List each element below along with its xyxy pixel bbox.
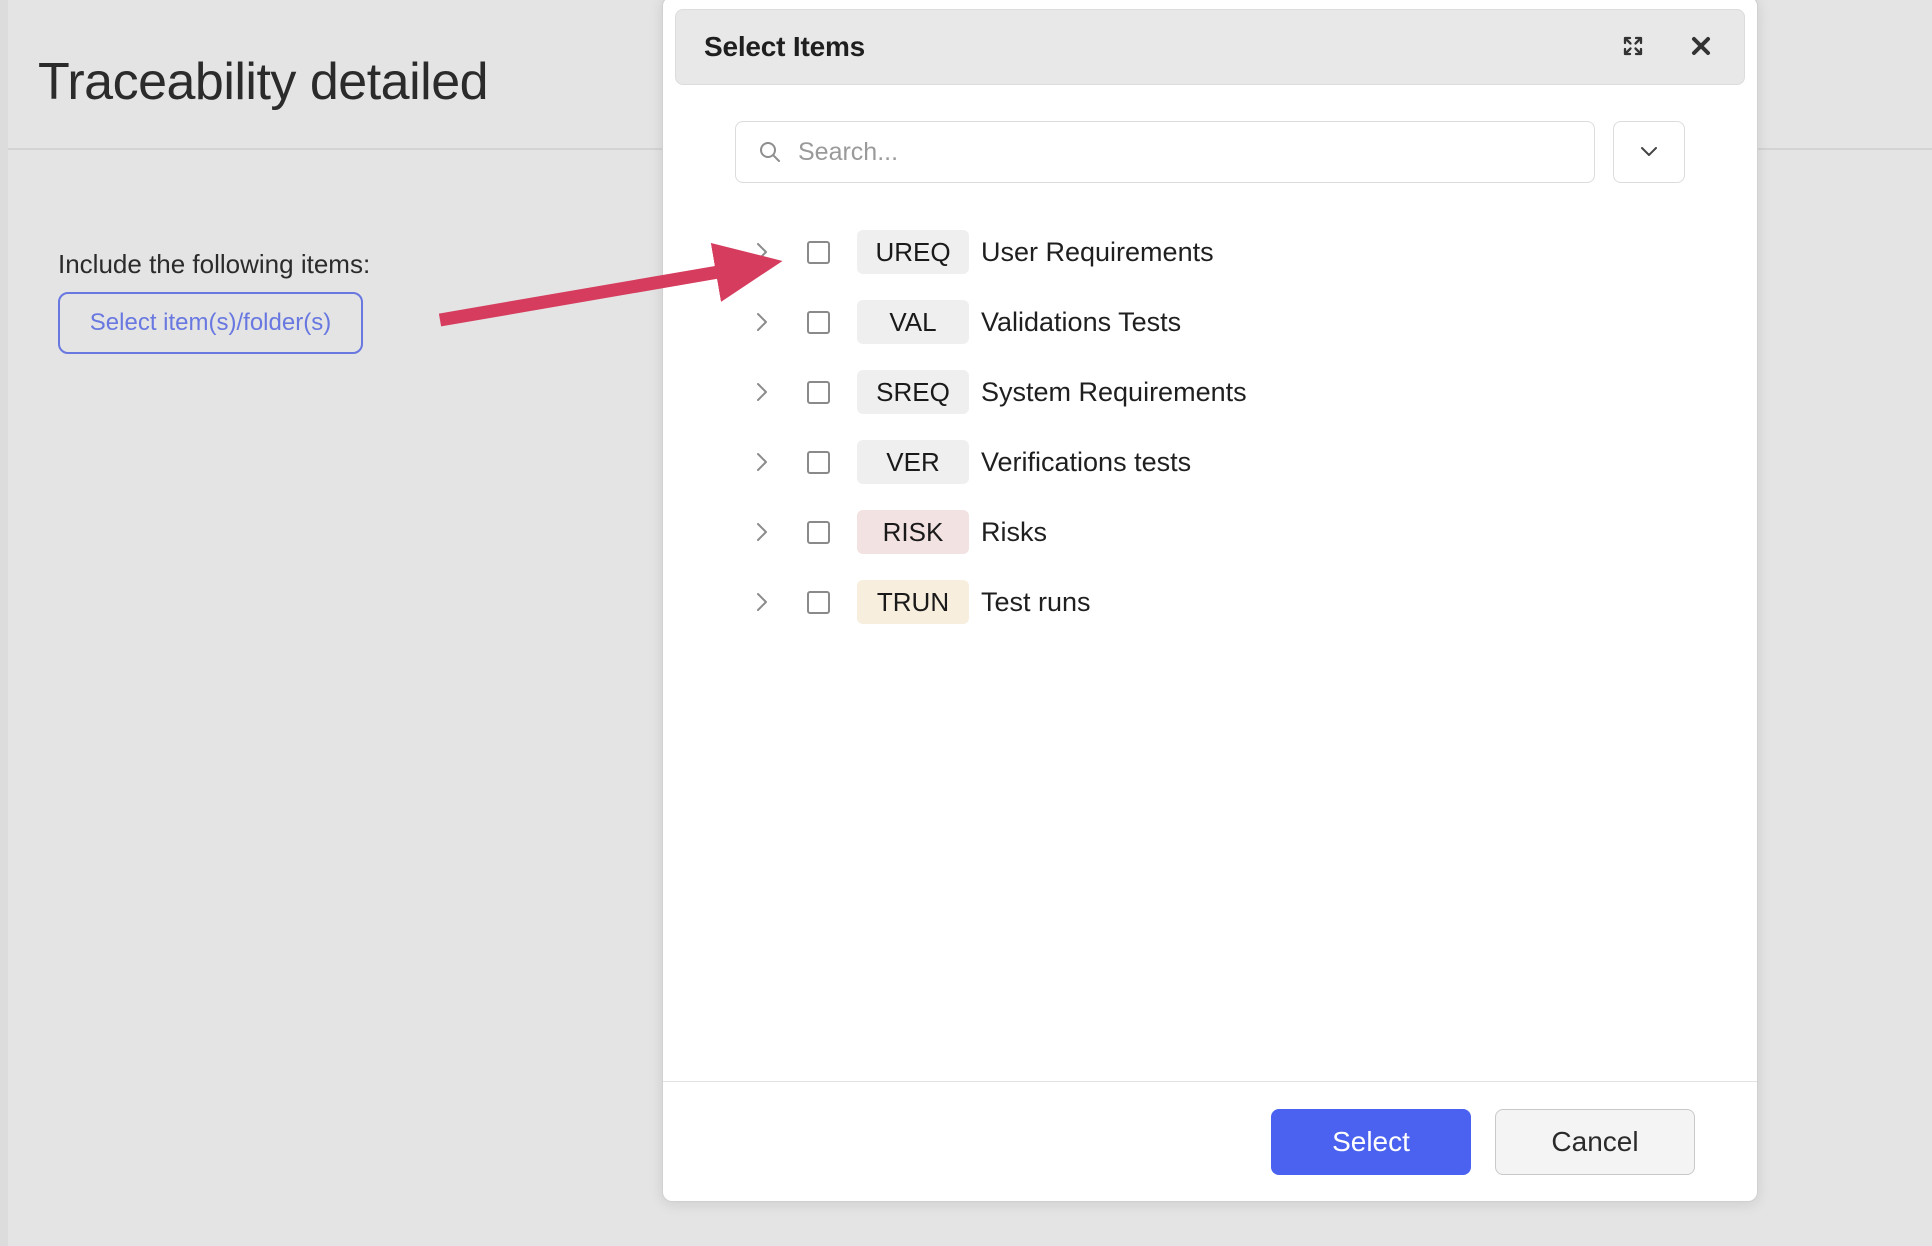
maximize-button[interactable]	[1616, 30, 1650, 64]
row-checkbox[interactable]	[807, 450, 830, 474]
item-label: Test runs	[981, 586, 1091, 617]
expand-icon	[1622, 35, 1644, 60]
search-input[interactable]	[735, 121, 1595, 183]
page-title: Traceability detailed	[38, 53, 489, 111]
include-items-label: Include the following items:	[58, 249, 371, 279]
select-items-folders-button[interactable]: Select item(s)/folder(s)	[58, 292, 363, 354]
page-left-stripe	[0, 0, 8, 1246]
expand-chevron-icon[interactable]	[747, 517, 777, 547]
close-button[interactable]	[1684, 30, 1718, 64]
item-label: Verifications tests	[981, 446, 1192, 477]
item-type-badge: TRUN	[857, 580, 969, 624]
expand-chevron-icon[interactable]	[747, 307, 777, 337]
cancel-button[interactable]: Cancel	[1495, 1108, 1695, 1175]
filter-dropdown-toggle[interactable]	[1613, 121, 1685, 183]
dialog-header: Select Items	[675, 9, 1745, 85]
item-type-badge: SREQ	[857, 370, 969, 414]
chevron-down-icon	[1636, 138, 1662, 167]
tree-row[interactable]: RISK Risks	[663, 497, 1757, 567]
row-checkbox[interactable]	[807, 380, 830, 404]
close-icon	[1690, 35, 1712, 60]
expand-chevron-icon[interactable]	[747, 377, 777, 407]
expand-chevron-icon[interactable]	[747, 447, 777, 477]
dialog-footer: Select Cancel	[663, 1081, 1757, 1201]
item-tree-list[interactable]: UREQ User Requirements VAL Validations Test…	[663, 183, 1757, 1081]
row-checkbox[interactable]	[807, 520, 830, 544]
tree-row[interactable]: VER Verifications tests	[663, 427, 1757, 497]
row-checkbox[interactable]	[807, 590, 830, 614]
item-type-badge: VAL	[857, 300, 969, 344]
item-type-badge: VER	[857, 440, 969, 484]
item-label: User Requirements	[981, 236, 1214, 267]
dialog-header-actions	[1616, 30, 1718, 64]
item-label: Risks	[981, 516, 1047, 547]
select-button[interactable]: Select	[1271, 1108, 1471, 1175]
tree-row[interactable]: TRUN Test runs	[663, 567, 1757, 637]
select-items-dialog: Select Items Search... UREQ User Require…	[662, 0, 1758, 1202]
search-row	[663, 85, 1757, 183]
search-field	[735, 121, 1595, 183]
tree-row[interactable]: SREQ System Requirements	[663, 357, 1757, 427]
expand-chevron-icon[interactable]	[747, 587, 777, 617]
dialog-title: Select Items	[704, 31, 866, 62]
search-icon	[757, 139, 783, 165]
item-type-badge: UREQ	[857, 230, 969, 274]
item-type-badge: RISK	[857, 510, 969, 554]
item-label: System Requirements	[981, 376, 1247, 407]
row-checkbox[interactable]	[807, 310, 830, 334]
tree-row[interactable]: UREQ User Requirements	[663, 217, 1757, 287]
tree-row[interactable]: VAL Validations Tests	[663, 287, 1757, 357]
expand-chevron-icon[interactable]	[747, 237, 777, 267]
row-checkbox[interactable]	[807, 240, 830, 264]
item-label: Validations Tests	[981, 306, 1182, 337]
